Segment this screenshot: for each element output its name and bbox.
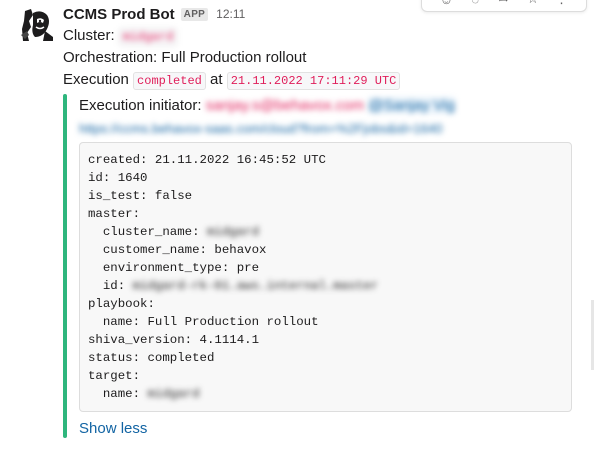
initiator-label: Execution initiator:: [79, 97, 202, 114]
cluster-label: Cluster:: [63, 27, 115, 44]
execution-url[interactable]: https://ccms.behavox-saas.com/cloud?from…: [79, 120, 442, 138]
orchestration-line: Orchestration: Full Production rollout: [63, 49, 307, 66]
execution-status: completed: [133, 72, 206, 90]
code-line-created: created: 21.11.2022 16:45:52 UTC: [88, 153, 326, 167]
message-actions-toolbar: ☺ ◌ ➦ ☆ ⋮: [421, 0, 587, 12]
code-master-id: id: midgard-rk-01.aws.internal.master: [88, 279, 378, 293]
emoji-reaction-icon[interactable]: ☺: [437, 0, 455, 7]
code-master-id-value: midgard-rk-01.aws.internal.master: [132, 279, 378, 293]
code-line-environment-type: environment_type: pre: [88, 261, 260, 275]
share-icon[interactable]: ➦: [495, 0, 513, 7]
show-less-link[interactable]: Show less: [79, 420, 147, 437]
code-line-master: master:: [88, 207, 141, 221]
code-line-customer-name: customer_name: behavox: [88, 243, 267, 257]
code-line-target: target:: [88, 369, 141, 383]
code-cluster-name: cluster_name: midgard: [88, 225, 260, 239]
execution-label: Execution: [63, 71, 129, 88]
code-cluster-name-value: midgard: [206, 225, 260, 239]
code-line-playbook: playbook:: [88, 297, 155, 311]
code-line-id: id: 1640: [88, 171, 148, 185]
app-badge: APP: [180, 7, 209, 21]
code-line-target-name: name: midgard: [88, 385, 563, 403]
code-line-status: status: completed: [88, 351, 215, 365]
at-word: at: [210, 71, 223, 88]
avatar[interactable]: [19, 7, 55, 43]
execution-initiator-line: Execution initiator: sanjay.s@behavox.co…: [79, 96, 455, 116]
initiator-mention[interactable]: @Sanjay Vig: [368, 97, 455, 114]
code-target-name-value: midgard: [147, 387, 200, 401]
attachment: Execution initiator: sanjay.s@behavox.co…: [63, 94, 583, 440]
attachment-accent-bar: [63, 94, 67, 438]
code-target-name: name: midgard: [88, 387, 200, 401]
code-block: created: 21.11.2022 16:45:52 UTC id: 164…: [79, 142, 572, 412]
initiator-email[interactable]: sanjay.s@behavox.com: [206, 97, 364, 114]
execution-url-link[interactable]: https://ccms.behavox-saas.com/cloud?from…: [79, 121, 442, 136]
code-line-cluster-name: cluster_name: midgard: [88, 223, 563, 241]
bot-avatar-icon: [19, 7, 55, 43]
code-line-is-test: is_test: false: [88, 189, 193, 203]
bookmark-icon[interactable]: ☆: [524, 0, 542, 7]
bot-name[interactable]: CCMS Prod Bot: [63, 6, 175, 23]
cluster-line: Cluster: midgard: [63, 26, 178, 47]
code-line-shiva-version: shiva_version: 4.1114.1: [88, 333, 260, 347]
cluster-value: midgard: [118, 28, 178, 46]
execution-time: 21.11.2022 17:11:29 UTC: [226, 72, 401, 90]
message-timestamp[interactable]: 12:11: [216, 7, 245, 21]
execution-line: Execution completed at 21.11.2022 17:11:…: [63, 70, 401, 91]
more-actions-icon[interactable]: ⋮: [553, 0, 571, 7]
message-header: CCMS Prod Bot APP 12:11: [63, 4, 245, 24]
reply-in-thread-icon[interactable]: ◌: [466, 0, 484, 7]
code-line-master-id: id: midgard-rk-01.aws.internal.master: [88, 277, 563, 295]
code-line-playbook-name: name: Full Production rollout: [88, 315, 319, 329]
